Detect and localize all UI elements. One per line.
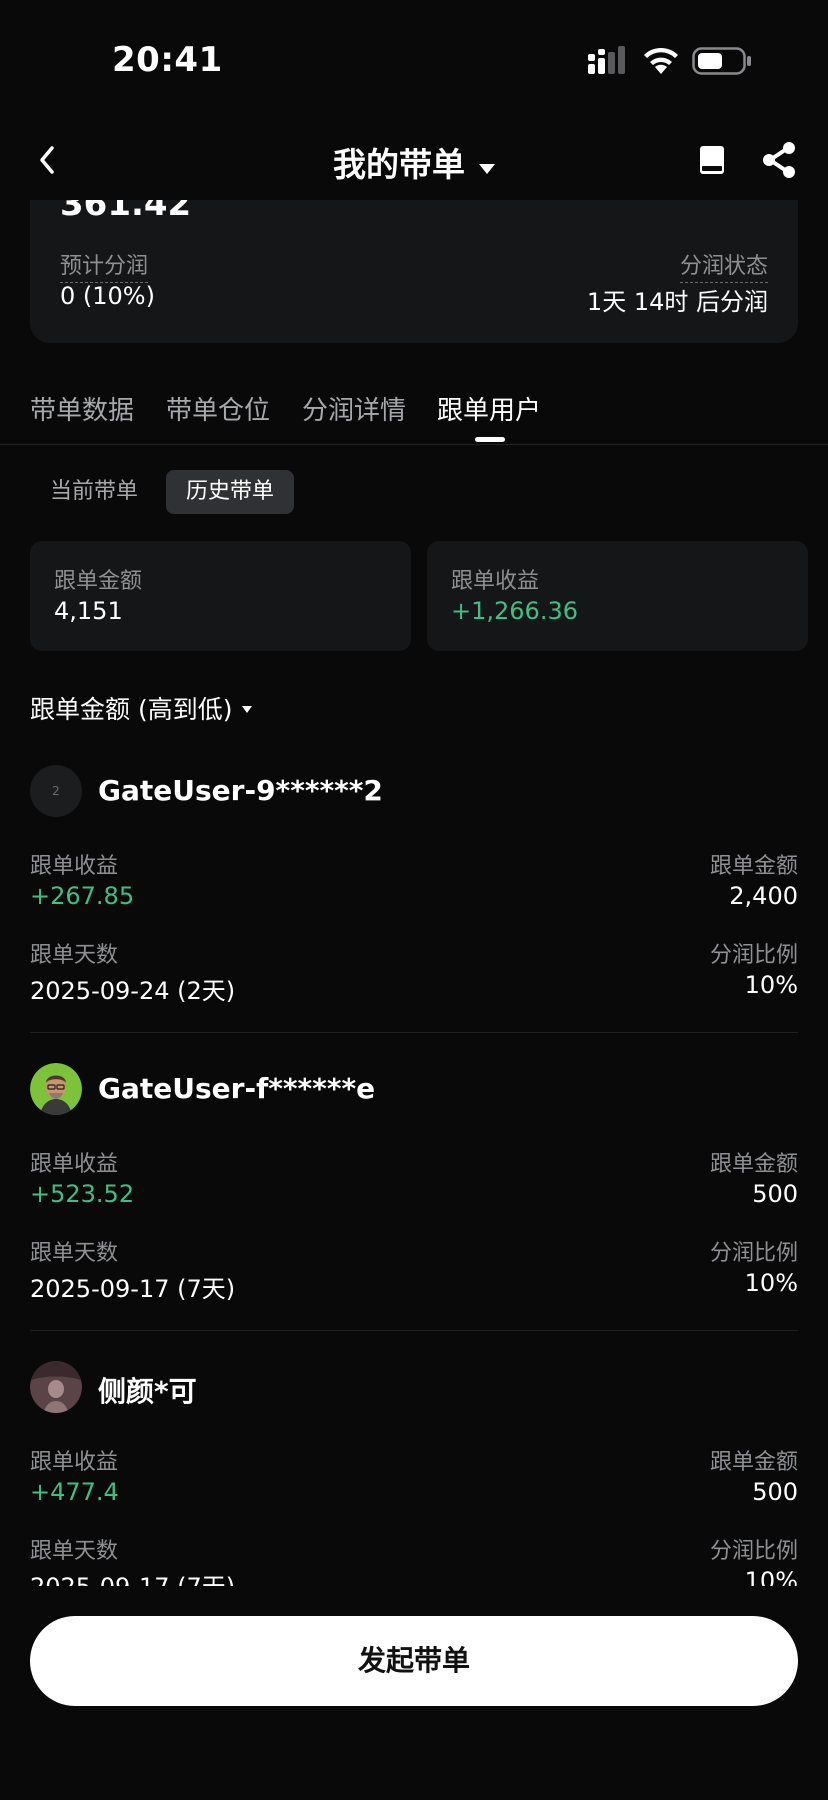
list-item[interactable]: GateUser-f******e 跟单收益 +523.52 跟单金额 500 …	[30, 1038, 798, 1336]
summary-big-value: 361.42	[60, 200, 192, 224]
caret-down-icon	[242, 705, 253, 713]
active-tab-indicator	[475, 437, 505, 442]
follow-amount-label: 跟单金额	[54, 569, 143, 594]
tab-lead-positions[interactable]: 带单仓位	[166, 390, 270, 427]
tab-profit-details[interactable]: 分润详情	[302, 390, 406, 427]
ratio-value: 10%	[744, 1269, 798, 1297]
user-name: 侧颜*可	[98, 1375, 197, 1408]
share-icon[interactable]	[758, 138, 800, 182]
tab-followers[interactable]: 跟单用户	[437, 390, 541, 427]
profit-label: 跟单收益	[30, 1152, 119, 1177]
amount-value: 500	[752, 1478, 798, 1506]
profit-label: 跟单收益	[30, 854, 119, 879]
profit-status-label[interactable]: 分润状态	[679, 248, 768, 283]
follow-profit-card: 跟单收益 +1,266.36	[427, 541, 808, 651]
profit-value: +267.85	[30, 882, 135, 910]
expected-profit-value: 0 (10%)	[60, 282, 155, 310]
amount-label: 跟单金额	[709, 1450, 798, 1475]
amount-value: 2,400	[729, 882, 798, 910]
follow-profit-label: 跟单收益	[451, 569, 540, 594]
days-label: 跟单天数	[30, 1539, 119, 1564]
amount-value: 500	[752, 1180, 798, 1208]
amount-label: 跟单金额	[709, 854, 798, 879]
profit-value: +523.52	[30, 1180, 135, 1208]
user-name: GateUser-9******2	[98, 774, 383, 807]
follower-list[interactable]: 2 GateUser-9******2 跟单收益 +267.85 跟单金额 2,…	[30, 740, 798, 1586]
sort-label: 跟单金额 (高到低)	[30, 695, 233, 724]
avatar	[30, 1361, 82, 1413]
page-title: 我的带单	[333, 145, 465, 184]
sort-dropdown[interactable]: 跟单金额 (高到低)	[30, 690, 253, 726]
ratio-label: 分润比例	[709, 1241, 798, 1266]
days-value: 2025-09-24 (2天)	[30, 977, 236, 1005]
expected-profit-label[interactable]: 预计分润	[60, 248, 149, 283]
list-item[interactable]: 2 GateUser-9******2 跟单收益 +267.85 跟单金额 2,…	[30, 740, 798, 1038]
follow-profit-value: +1,266.36	[451, 597, 578, 625]
segment-current-lead[interactable]: 当前带单	[30, 470, 158, 514]
bottom-action-area: 发起带单	[0, 1586, 828, 1800]
battery-icon	[692, 47, 751, 75]
follow-amount-card: 跟单金额 4,151	[30, 541, 411, 651]
ratio-label: 分润比例	[709, 943, 798, 968]
status-time: 20:41	[112, 40, 223, 80]
ratio-value: 10%	[744, 1567, 798, 1586]
avatar	[30, 1063, 82, 1115]
ratio-value: 10%	[744, 971, 798, 999]
cellular-signal-icon	[588, 46, 625, 74]
list-divider	[30, 1032, 798, 1033]
profit-label: 跟单收益	[30, 1450, 119, 1475]
tabs-divider	[0, 444, 828, 445]
nav-bar: 我的带单	[0, 120, 828, 200]
avatar: 2	[30, 765, 82, 817]
segment-history-lead[interactable]: 历史带单	[166, 470, 295, 514]
days-label: 跟单天数	[30, 943, 119, 968]
list-divider	[30, 1330, 798, 1331]
avatar-initial: 2	[52, 784, 60, 798]
chevron-down-icon	[479, 163, 495, 174]
ratio-label: 分润比例	[709, 1539, 798, 1564]
summary-card: 361.42 预计分润 分润状态 0 (10%) 1天 14时 后分润	[30, 200, 798, 343]
start-lead-button[interactable]: 发起带单	[30, 1616, 798, 1706]
amount-label: 跟单金额	[709, 1152, 798, 1177]
days-value: 2025-09-17 (7天)	[30, 1567, 235, 1586]
list-item[interactable]: 侧颜*可 跟单收益 +477.4 跟单金额 500 跟单天数 2025-09-1…	[30, 1336, 798, 1586]
tab-lead-data[interactable]: 带单数据	[30, 390, 134, 427]
days-value: 2025-09-17 (7天)	[30, 1275, 236, 1303]
profit-value: +477.4	[30, 1478, 119, 1506]
book-icon[interactable]	[692, 140, 732, 180]
status-bar: 20:41	[0, 0, 828, 120]
follow-amount-value: 4,151	[54, 597, 123, 625]
user-name: GateUser-f******e	[98, 1072, 376, 1105]
days-label: 跟单天数	[30, 1241, 119, 1266]
wifi-icon	[644, 47, 678, 74]
profit-status-value: 1天 14时 后分润	[586, 288, 768, 316]
